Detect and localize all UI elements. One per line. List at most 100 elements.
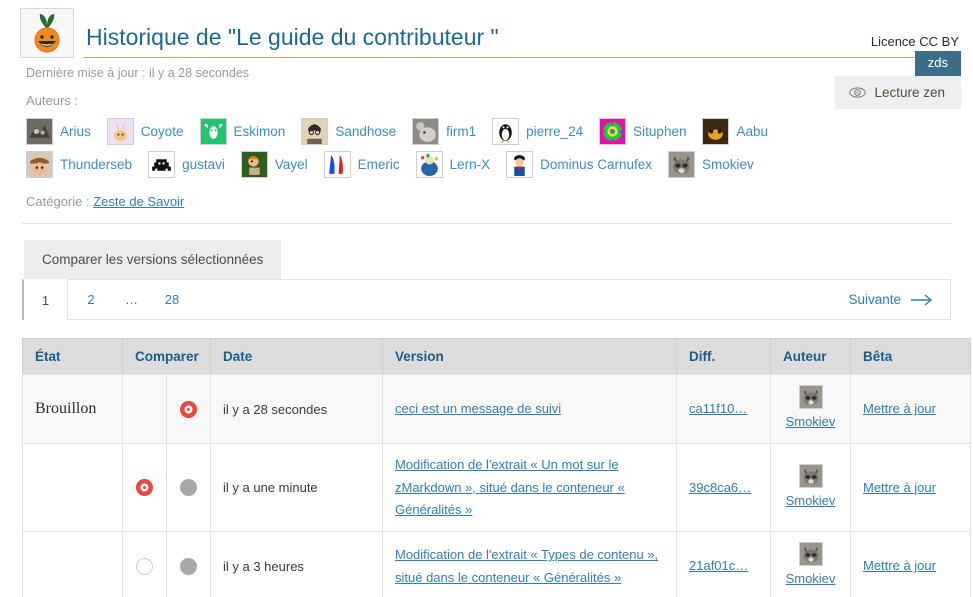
compare-radio-right[interactable] <box>180 400 197 418</box>
cell-version: ceci est un message de suivi <box>382 373 677 445</box>
author-thunderseb[interactable]: Thunderseb <box>26 151 132 178</box>
table-head: État Comparer Date Version Diff. Auteur … <box>22 338 971 375</box>
history-table: État Comparer Date Version Diff. Auteur … <box>22 338 971 597</box>
author-situphen[interactable]: Situphen <box>599 118 686 145</box>
author-name: Arius <box>60 124 91 139</box>
th-comparer: Comparer <box>122 338 211 375</box>
table-body: Brouillon il y a 28 secondes ceci est un… <box>22 373 971 597</box>
version-link[interactable]: ceci est un message de suivi <box>395 401 561 416</box>
cell-etat: Brouillon <box>22 373 123 445</box>
pagination-pages: 1 2 … 28 <box>22 279 195 320</box>
authors-row-2: Thunderseb gustavi Vayel Emeric Lern-X D… <box>26 151 973 178</box>
author-emeric[interactable]: Emeric <box>323 151 400 178</box>
author-name: Aabu <box>736 124 768 139</box>
cell-compare-right[interactable] <box>166 443 211 533</box>
compare-radio-left[interactable] <box>136 479 153 497</box>
cell-diff: ca11f10… <box>676 373 771 445</box>
cell-compare-right[interactable] <box>166 531 211 597</box>
avatar <box>798 385 823 409</box>
avatar <box>599 118 627 145</box>
author-sandhose[interactable]: Sandhose <box>301 118 396 145</box>
cell-auteur: Smokiev <box>770 373 851 445</box>
cell-etat <box>22 443 123 533</box>
history-table-wrap: État Comparer Date Version Diff. Auteur … <box>22 338 971 597</box>
author-link[interactable]: Smokiev <box>783 568 838 590</box>
author-firm1[interactable]: firm1 <box>412 118 476 145</box>
cell-compare-right[interactable] <box>166 373 211 445</box>
last-update-text: Dernière mise à jour : il y a 28 seconde… <box>26 66 250 80</box>
author-gustavi[interactable]: gustavi <box>148 151 225 178</box>
author-aabu[interactable]: Aabu <box>702 118 768 145</box>
category-line: Catégorie : Zeste de Savoir <box>0 184 973 209</box>
avatar <box>798 542 823 567</box>
category-label: Catégorie : <box>26 194 90 209</box>
cell-date: il y a une minute <box>210 443 383 533</box>
cell-diff: 39c8ca6… <box>676 443 771 533</box>
author-link[interactable]: Smokiev <box>783 411 838 433</box>
pagination-page-28[interactable]: 28 <box>149 280 195 319</box>
author-coyote[interactable]: Coyote <box>106 118 184 145</box>
authors-label: Auteurs : <box>26 93 79 108</box>
th-etat: État <box>22 338 123 375</box>
beta-update-link[interactable]: Mettre à jour <box>863 401 936 416</box>
author-name: Sandhose <box>335 124 397 139</box>
author-name: Eskimon <box>233 124 286 139</box>
compare-toolbar: Comparer les versions sélectionnées <box>0 224 973 279</box>
author-pierre-24[interactable]: pierre_24 <box>492 118 583 145</box>
table-row: Brouillon il y a 28 secondes ceci est un… <box>22 373 971 445</box>
compare-radio-right[interactable] <box>180 479 197 497</box>
author-name: pierre_24 <box>526 124 584 139</box>
compare-radio-right[interactable] <box>180 558 197 576</box>
compare-radio-left[interactable] <box>136 558 153 576</box>
pagination-next-link[interactable]: Suivante <box>832 280 950 319</box>
zen-reading-button[interactable]: Lecture zen <box>835 76 961 109</box>
author-name: Smokiev <box>701 157 754 172</box>
cell-date: il y a 3 heures <box>210 531 383 597</box>
beta-update-link[interactable]: Mettre à jour <box>863 558 936 573</box>
page-header: Historique de "Le guide du contributeur … <box>0 0 973 58</box>
cell-version: Modification de l'extrait « Types de con… <box>382 531 677 597</box>
compare-versions-button[interactable]: Comparer les versions sélectionnées <box>24 240 282 279</box>
cell-compare-left[interactable] <box>122 443 167 533</box>
author-smokiev[interactable]: Smokiev <box>667 151 754 178</box>
avatar <box>412 118 440 145</box>
avatar <box>301 118 329 145</box>
author-link[interactable]: Smokiev <box>783 490 838 512</box>
avatar <box>798 463 823 488</box>
cell-version: Modification de l'extrait « Un mot sur l… <box>382 443 677 533</box>
beta-update-link[interactable]: Mettre à jour <box>863 480 936 495</box>
avatar <box>506 151 534 178</box>
author-name: firm1 <box>446 124 477 139</box>
pagination-page-2[interactable]: 2 <box>68 280 114 319</box>
table-header-row: État Comparer Date Version Diff. Auteur … <box>22 338 971 375</box>
author-eskimon[interactable]: Eskimon <box>199 118 286 145</box>
eye-icon <box>849 86 867 99</box>
cell-compare-left[interactable] <box>122 373 167 445</box>
author-name: Coyote <box>140 124 184 139</box>
author-arius[interactable]: Arius <box>26 118 91 145</box>
version-link[interactable]: Modification de l'extrait « Un mot sur l… <box>395 457 625 517</box>
diff-link[interactable]: 39c8ca6… <box>689 480 751 495</box>
version-link[interactable]: Modification de l'extrait « Types de con… <box>395 547 658 584</box>
diff-link[interactable]: 21af01c… <box>689 558 748 573</box>
avatar <box>323 151 351 178</box>
cell-auteur: Smokiev <box>770 531 851 597</box>
cell-date: il y a 28 secondes <box>210 373 383 445</box>
cell-etat <box>22 531 123 597</box>
cell-diff: 21af01c… <box>676 531 771 597</box>
diff-link[interactable]: ca11f10… <box>689 401 747 416</box>
author-name: gustavi <box>182 157 225 172</box>
pagination-page-1[interactable]: 1 <box>22 279 68 320</box>
avatar <box>26 118 53 145</box>
page-title: Historique de "Le guide du contributeur … <box>86 24 499 50</box>
category-link[interactable]: Zeste de Savoir <box>93 194 184 209</box>
cell-beta: Mettre à jour <box>850 373 971 445</box>
authors-row-1: Arius Coyote Eskimon Sandhose firm1 pier… <box>26 118 973 145</box>
zds-badge[interactable]: zds <box>914 51 961 77</box>
pagination-ellipsis: … <box>125 292 138 307</box>
author-lern-x[interactable]: Lern-X <box>415 151 490 178</box>
cell-compare-left[interactable] <box>122 531 167 597</box>
author-vayel[interactable]: Vayel <box>240 151 308 178</box>
author-dominus-carnufex[interactable]: Dominus Carnufex <box>506 151 652 178</box>
status-badge: Brouillon <box>35 400 97 418</box>
